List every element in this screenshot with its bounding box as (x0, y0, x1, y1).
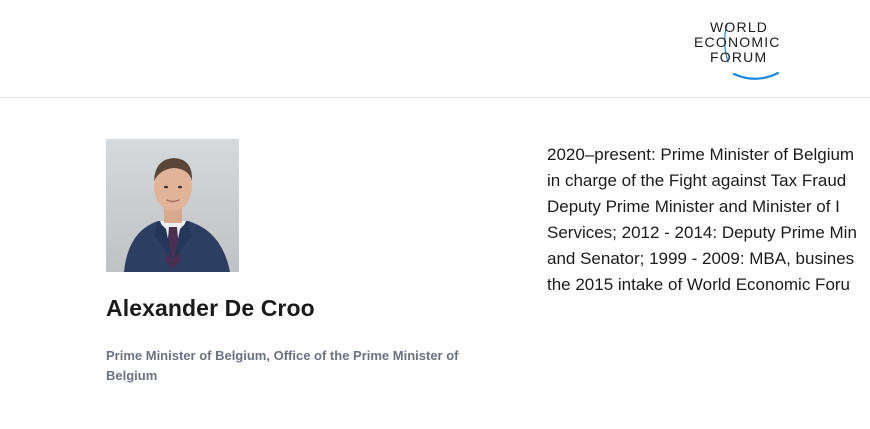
logo-text-world: WORLD (710, 19, 769, 35)
bio-line: Services; 2012 - 2014: Deputy Prime Min (547, 223, 857, 242)
bio-text: 2020–present: Prime Minister of Belgium … (547, 142, 870, 302)
bio-line: and Senator; 1999 - 2009: MBA, busines (547, 249, 855, 268)
profile-photo (106, 139, 239, 272)
bio-line: the 2015 intake of World Economic Foru (547, 275, 851, 294)
profile-name: Alexander De Croo (106, 295, 315, 321)
wef-logo[interactable]: WORLD ECONOMIC FORUM (694, 18, 800, 82)
site-header: WORLD ECONOMIC FORUM (0, 0, 870, 98)
logo-text-economic: ECONOMIC (694, 34, 781, 50)
bio-line: Deputy Prime Minister and Minister of I (547, 197, 840, 216)
logo-text-forum: FORUM (710, 49, 768, 65)
profile-title: Prime Minister of Belgium, Office of the… (106, 348, 459, 383)
bio-line: 2020–present: Prime Minister of Belgium (547, 145, 855, 164)
bio-line: in charge of the Fight against Tax Fraud (547, 171, 847, 190)
person-portrait-icon (106, 139, 239, 272)
